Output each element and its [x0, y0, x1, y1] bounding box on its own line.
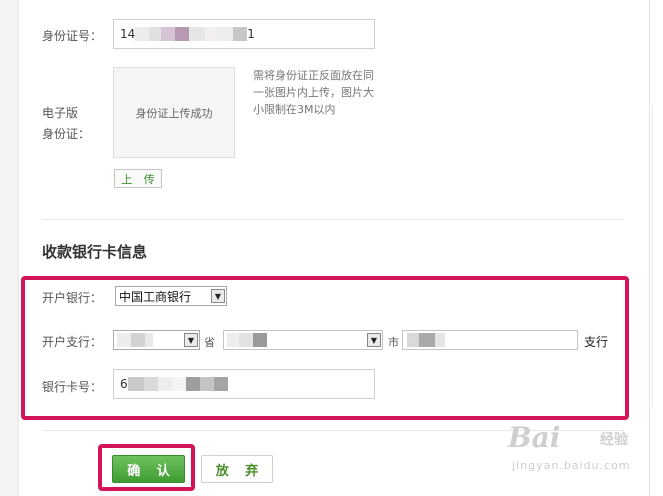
cancel-button[interactable]: 放 弃	[201, 455, 273, 483]
dropdown-arrow-icon[interactable]: ▼	[367, 333, 381, 347]
branch-suffix: 支行	[584, 335, 609, 349]
redacted-digits	[185, 377, 200, 391]
city-unit: 市	[388, 336, 399, 349]
branch-label: 开户支行：	[42, 335, 103, 349]
redacted-digits	[233, 27, 248, 41]
redacted-value	[239, 333, 253, 348]
redacted-digits	[171, 377, 186, 391]
redacted-value	[227, 333, 239, 348]
baidu-watermark: Bai 经验 jingyan.baidu.com	[508, 421, 648, 491]
confirm-button[interactable]: 确 认	[112, 455, 185, 483]
id-number-label: 身份证号：	[42, 29, 103, 43]
upload-note: 需将身份证正反面放在同一张图片内上传，图片大小限制在3M以内	[253, 69, 374, 116]
left-panel-border	[0, 0, 19, 496]
redacted-value	[117, 333, 131, 348]
baidu-logo: Bai	[508, 421, 561, 454]
redacted-digits	[219, 27, 234, 41]
redacted-digits	[143, 377, 158, 391]
dropdown-arrow-icon[interactable]: ▼	[211, 289, 225, 303]
dropdown-arrow-icon[interactable]: ▼	[184, 333, 198, 347]
id-photo-preview: 身份证上传成功	[113, 67, 235, 158]
redacted-digits	[149, 27, 162, 41]
right-panel-border	[649, 0, 650, 496]
city-select[interactable]: ▼	[223, 330, 383, 350]
id-number-end: 1	[247, 27, 255, 41]
branch-name-input[interactable]	[402, 330, 578, 350]
redacted-value	[253, 333, 267, 348]
redacted-value	[131, 333, 145, 348]
redacted-digits	[161, 27, 176, 41]
card-number-label: 银行卡号：	[42, 380, 103, 394]
watermark-url: jingyan.baidu.com	[512, 459, 631, 472]
bank-select-value: 中国工商银行	[119, 289, 192, 304]
redacted-digits	[135, 27, 150, 41]
id-number-input[interactable]: 14 1	[113, 19, 375, 49]
redacted-value	[435, 333, 445, 347]
bank-label: 开户银行：	[42, 291, 103, 305]
upload-button[interactable]: 上 传	[114, 169, 162, 188]
province-unit: 省	[204, 336, 215, 349]
redacted-digits	[205, 27, 220, 41]
upload-status-text: 身份证上传成功	[135, 106, 213, 120]
redacted-digits	[199, 377, 214, 391]
province-select[interactable]: ▼	[113, 330, 200, 350]
province-select-value	[114, 333, 184, 348]
id-number-start: 14	[120, 27, 136, 41]
redacted-digits	[175, 27, 190, 41]
bank-section-title: 收款银行卡信息	[42, 243, 148, 261]
redacted-value	[145, 333, 153, 348]
redacted-value	[419, 333, 435, 347]
redacted-digits	[213, 377, 228, 391]
card-number-input[interactable]: 6	[113, 369, 375, 399]
id-photo-label-line2: 身份证：	[42, 127, 91, 141]
card-number-start: 6	[120, 377, 128, 391]
city-select-value	[224, 333, 367, 348]
id-photo-label-line1: 电子版	[42, 106, 79, 120]
right-panel-edge	[652, 106, 653, 406]
watermark-text: 经验	[600, 432, 628, 448]
redacted-digits	[157, 377, 172, 391]
section-divider	[42, 219, 624, 220]
redacted-digits	[127, 377, 144, 391]
bank-select[interactable]: 中国工商银行 ▼	[115, 286, 227, 306]
redacted-value	[407, 333, 419, 347]
redacted-digits	[189, 27, 206, 41]
